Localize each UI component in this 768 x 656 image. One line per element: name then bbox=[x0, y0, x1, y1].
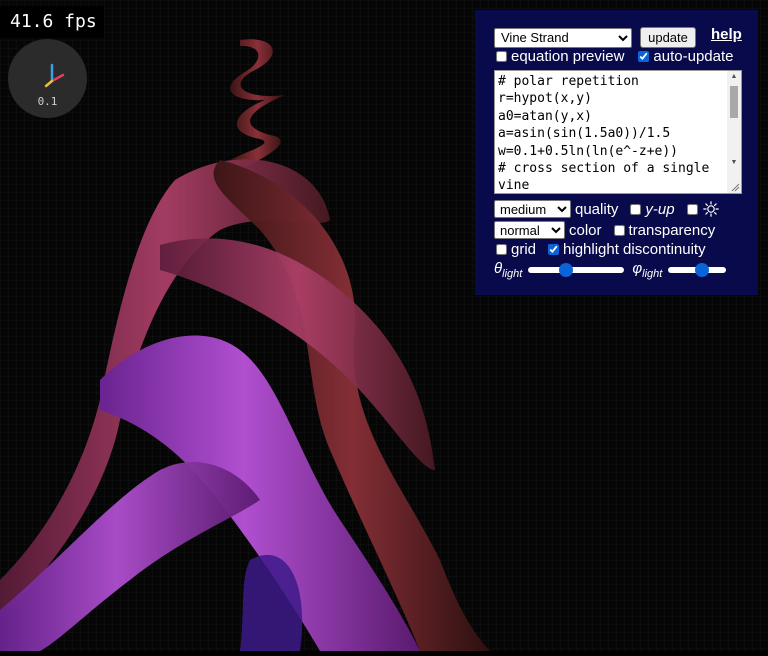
control-panel: Vine Strand update help equation preview… bbox=[475, 10, 758, 295]
y-up-label: y-up bbox=[645, 200, 675, 218]
quality-row: medium quality y-up bbox=[494, 200, 719, 218]
color-select[interactable]: normal bbox=[494, 221, 565, 239]
light-toggle-checkbox[interactable] bbox=[686, 203, 698, 215]
preset-select[interactable]: Vine Strand bbox=[494, 27, 632, 48]
color-label: color bbox=[569, 221, 602, 239]
sun-icon bbox=[702, 201, 719, 217]
editor-scrollbar[interactable]: ▲ ▼ bbox=[727, 71, 741, 193]
quality-select[interactable]: medium bbox=[494, 200, 571, 218]
axes-indicator[interactable]: 0.1 bbox=[8, 39, 87, 118]
equation-editor: # polar repetition r=hypot(x,y) a0=atan(… bbox=[494, 70, 742, 194]
transparency-label: transparency bbox=[628, 221, 716, 239]
quality-label: quality bbox=[575, 200, 619, 218]
scroll-down-icon[interactable]: ▼ bbox=[727, 157, 741, 169]
preset-row: Vine Strand update help bbox=[494, 26, 742, 48]
scroll-thumb[interactable] bbox=[730, 86, 738, 118]
light-row: θlight φlight bbox=[494, 260, 727, 280]
theta-light-slider[interactable] bbox=[528, 267, 625, 273]
resize-grip-icon[interactable] bbox=[730, 182, 740, 192]
auto-update-checkbox[interactable] bbox=[638, 51, 650, 62]
equation-textarea[interactable]: # polar repetition r=hypot(x,y) a0=atan(… bbox=[495, 71, 728, 193]
update-button[interactable]: update bbox=[640, 27, 696, 48]
equation-preview-label: equation preview bbox=[511, 48, 625, 65]
y-up-checkbox[interactable] bbox=[630, 203, 642, 215]
color-row: normal color transparency bbox=[494, 221, 715, 239]
preview-row: equation preview auto-update bbox=[494, 48, 734, 65]
equation-preview-checkbox[interactable] bbox=[496, 51, 507, 62]
scroll-up-icon[interactable]: ▲ bbox=[727, 71, 741, 83]
phi-light-slider[interactable] bbox=[668, 267, 727, 273]
vine-twist-top bbox=[230, 39, 285, 171]
transparency-checkbox[interactable] bbox=[613, 224, 625, 236]
highlight-discontinuity-checkbox[interactable] bbox=[548, 244, 560, 255]
auto-update-label: auto-update bbox=[653, 48, 734, 65]
highlight-discontinuity-label: highlight discontinuity bbox=[563, 241, 706, 258]
help-link[interactable]: help bbox=[711, 26, 742, 43]
theta-light-label: θlight bbox=[494, 260, 523, 280]
axes-scale-label: 0.1 bbox=[37, 95, 58, 108]
fps-counter: 41.6 fps bbox=[0, 6, 104, 38]
grid-label: grid bbox=[511, 241, 537, 258]
grid-row: grid highlight discontinuity bbox=[494, 241, 706, 258]
grid-checkbox[interactable] bbox=[496, 244, 507, 255]
phi-light-label: φlight bbox=[632, 260, 663, 280]
